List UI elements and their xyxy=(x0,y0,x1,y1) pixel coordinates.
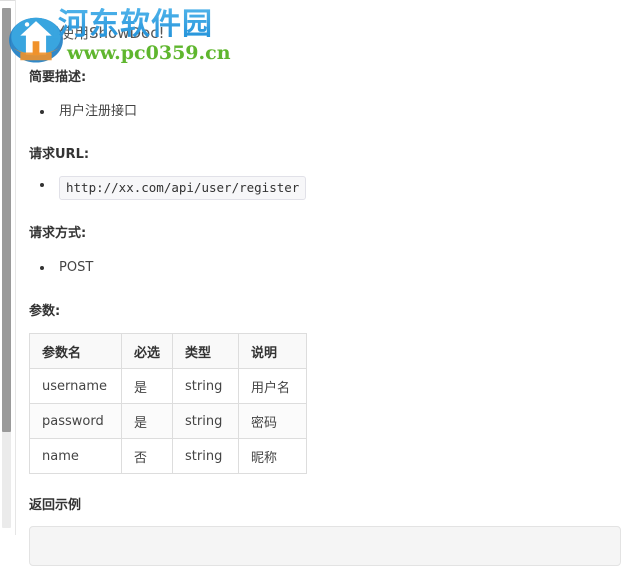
cell-type: string xyxy=(172,403,240,439)
table-row: name 否 string 昵称 xyxy=(29,438,308,474)
cell-required: 是 xyxy=(120,368,174,404)
cell-description: 密码 xyxy=(238,403,308,439)
column-header-param-name: 参数名 xyxy=(29,333,122,369)
cell-type: string xyxy=(172,368,240,404)
section-heading-return-example: 返回示例 xyxy=(29,498,82,513)
list-item: http://xx.com/api/user/register xyxy=(29,176,307,200)
column-header-description: 说明 xyxy=(238,333,308,369)
column-header-type: 类型 xyxy=(172,333,240,369)
section-heading-brief-description: 简要描述: xyxy=(29,70,87,85)
column-header-required: 必选 xyxy=(120,333,174,369)
vertical-scrollbar-thumb[interactable] xyxy=(2,8,11,432)
cell-description: 昵称 xyxy=(238,438,308,474)
list-item: 用户注册接口 xyxy=(29,103,137,121)
cell-type: string xyxy=(172,438,240,474)
cell-description: 用户名 xyxy=(238,368,308,404)
request-url-code[interactable]: http://xx.com/api/user/register xyxy=(59,176,307,200)
request-method-list: POST xyxy=(29,259,93,277)
cell-required: 是 xyxy=(120,403,174,439)
table-row: username 是 string 用户名 xyxy=(29,368,308,404)
cell-param-name: password xyxy=(29,403,122,439)
brief-description-list: 用户注册接口 xyxy=(29,103,137,121)
cell-param-name: name xyxy=(29,438,122,474)
table-row: password 是 string 密码 xyxy=(29,403,308,439)
section-heading-parameters: 参数: xyxy=(29,304,61,319)
cell-param-name: username xyxy=(29,368,122,404)
parameters-table: 参数名 必选 类型 说明 username 是 string 用户名 passw… xyxy=(29,333,308,474)
page-title: 欢迎使用ShowDoc! xyxy=(29,24,165,42)
table-header-row: 参数名 必选 类型 说明 xyxy=(29,333,308,369)
section-heading-request-url: 请求URL: xyxy=(29,147,90,162)
request-url-list: http://xx.com/api/user/register xyxy=(29,176,307,200)
return-example-code-block[interactable] xyxy=(29,526,621,566)
cell-required: 否 xyxy=(120,438,174,474)
document-content: 欢迎使用ShowDoc! 简要描述: 用户注册接口 请求URL: http://… xyxy=(16,0,622,566)
section-heading-request-method: 请求方式: xyxy=(29,226,87,241)
list-item: POST xyxy=(29,259,93,277)
